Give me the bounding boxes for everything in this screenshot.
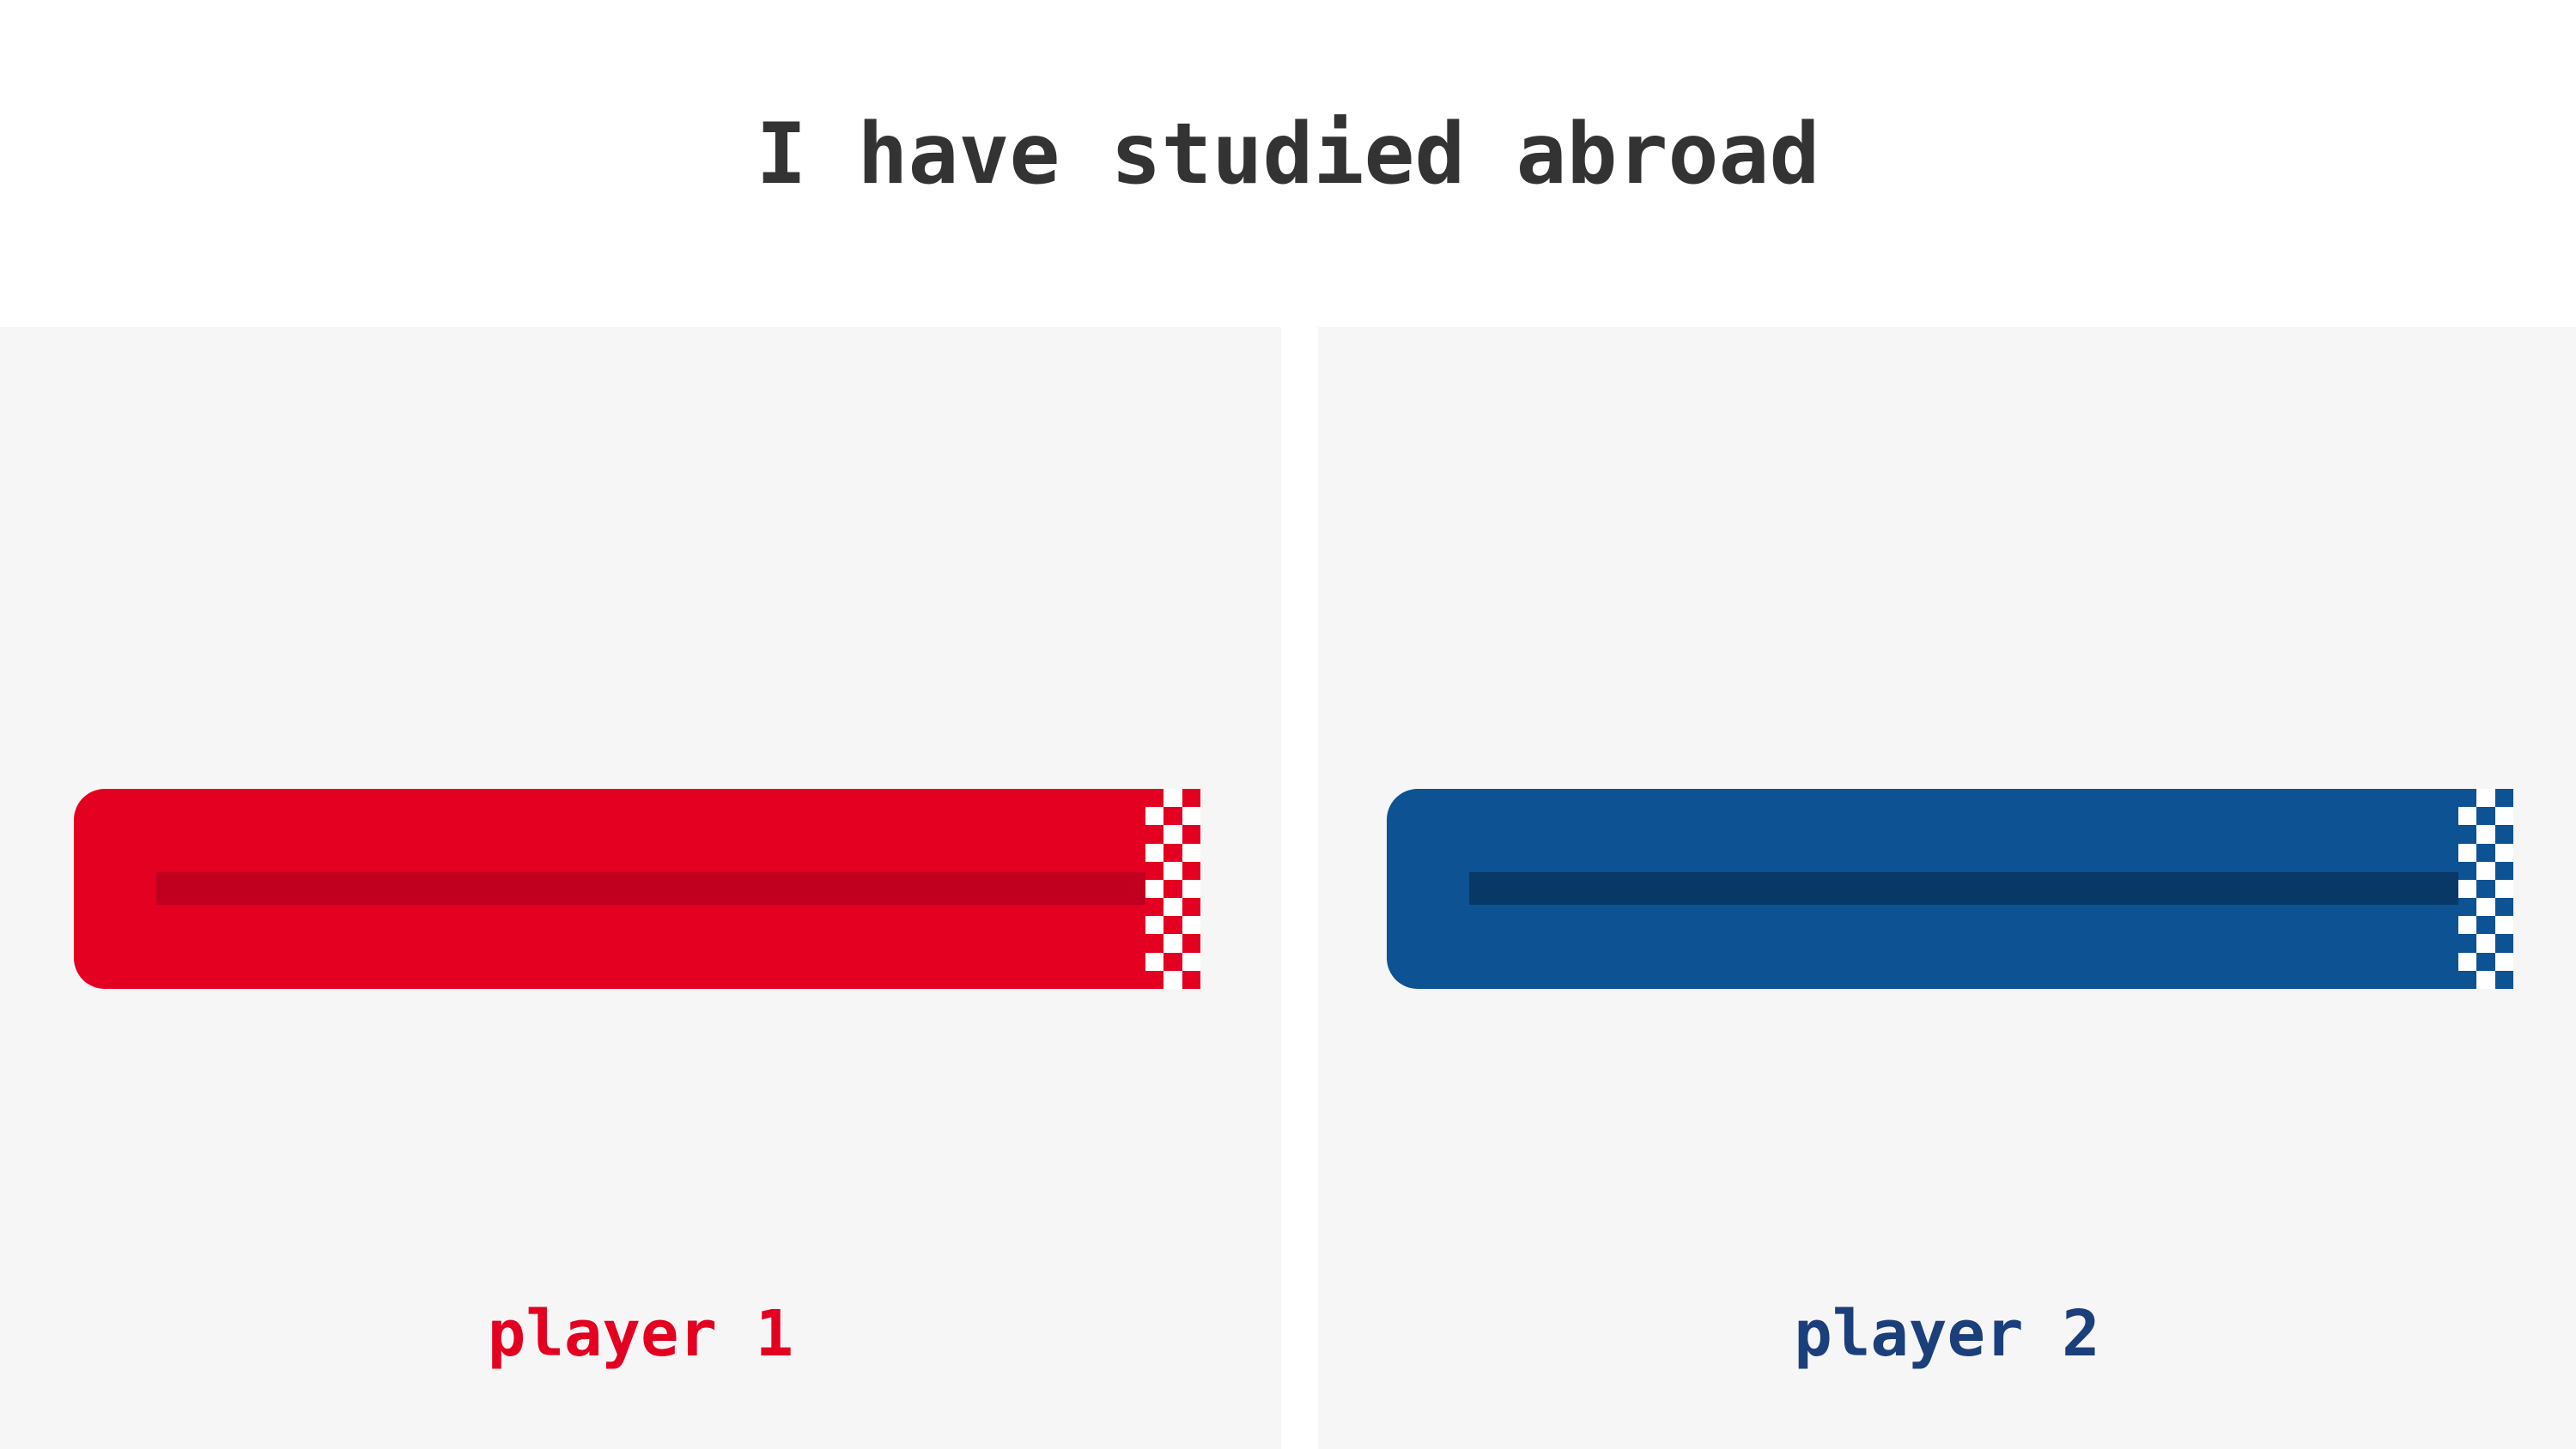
finish-flag-cell [1182, 916, 1200, 935]
finish-flag-cell [2476, 916, 2495, 935]
player-1-label: player 1 [487, 1297, 794, 1371]
finish-flag-cell [1145, 952, 1164, 971]
finish-flag-cell [1163, 843, 1182, 862]
finish-flag-cell [1182, 861, 1200, 880]
finish-flag-cell [2494, 789, 2513, 808]
player-2-panel: player 2 [1318, 327, 2576, 1449]
finish-flag-cell [2494, 952, 2513, 971]
finish-flag-cell [1145, 789, 1164, 808]
finish-flag-cell [1145, 970, 1164, 989]
finish-flag-cell [2458, 970, 2477, 989]
question-title: I have studied abroad [756, 106, 1820, 203]
finish-flag-cell [1182, 807, 1200, 826]
finish-flag-cell [1163, 952, 1182, 971]
finish-flag-cell [2458, 825, 2477, 844]
finish-flag-cell [1145, 916, 1164, 935]
finish-flag-cell [2476, 934, 2495, 953]
finish-flag-cell [1145, 898, 1164, 917]
finish-flag-cell [1182, 879, 1200, 899]
finish-flag-cell [2476, 807, 2495, 826]
finish-flag-cell [2494, 916, 2513, 935]
finish-flag-cell [2458, 879, 2477, 899]
finish-flag-cell [2476, 825, 2495, 844]
player-2-finish-flag [2458, 789, 2513, 989]
player-1-race-track [74, 789, 1166, 989]
finish-flag-cell [2458, 843, 2477, 862]
finish-flag-cell [1182, 843, 1200, 862]
finish-flag-cell [2458, 861, 2477, 880]
finish-flag-cell [1145, 934, 1164, 953]
finish-flag-cell [1163, 879, 1182, 899]
finish-flag-cell [2494, 898, 2513, 917]
finish-flag-cell [2476, 898, 2495, 917]
finish-flag-cell [1182, 825, 1200, 844]
finish-flag-cell [2494, 825, 2513, 844]
finish-flag-cell [2476, 843, 2495, 862]
finish-flag-cell [1163, 916, 1182, 935]
finish-flag-cell [2476, 952, 2495, 971]
finish-flag-cell [1182, 789, 1200, 808]
finish-flag-cell [1163, 970, 1182, 989]
finish-flag-cell [2476, 861, 2495, 880]
finish-flag-cell [1182, 934, 1200, 953]
finish-flag-cell [2494, 861, 2513, 880]
finish-flag-cell [2458, 916, 2477, 935]
finish-flag-cell [1163, 861, 1182, 880]
finish-flag-cell [1145, 861, 1164, 880]
player-1-finish-flag [1145, 789, 1200, 989]
finish-flag-cell [1182, 952, 1200, 971]
finish-flag-cell [1145, 807, 1164, 826]
finish-flag-cell [2458, 789, 2477, 808]
finish-flag-cell [1182, 898, 1200, 917]
finish-flag-cell [1163, 934, 1182, 953]
finish-flag-cell [2494, 934, 2513, 953]
player-2-label: player 2 [1794, 1297, 2100, 1371]
finish-flag-cell [1145, 825, 1164, 844]
finish-flag-cell [2458, 934, 2477, 953]
finish-flag-cell [1145, 843, 1164, 862]
finish-flag-cell [2494, 879, 2513, 899]
finish-flag-cell [2494, 843, 2513, 862]
finish-flag-cell [2476, 879, 2495, 899]
finish-flag-cell [1182, 970, 1200, 989]
player-1-progress-lane [156, 872, 1166, 905]
finish-flag-cell [1163, 825, 1182, 844]
finish-flag-cell [2458, 952, 2477, 971]
game-screen: I have studied abroad player 1 player 2 [0, 0, 2576, 1449]
player-2-progress-lane [1469, 872, 2479, 905]
finish-flag-cell [2458, 898, 2477, 917]
header: I have studied abroad [0, 0, 2576, 326]
finish-flag-cell [2476, 789, 2495, 808]
finish-flag-cell [1163, 789, 1182, 808]
finish-flag-cell [1163, 807, 1182, 826]
player-2-race-track [1387, 789, 2479, 989]
finish-flag-cell [1145, 879, 1164, 899]
finish-flag-cell [2494, 807, 2513, 826]
finish-flag-cell [2458, 807, 2477, 826]
finish-flag-cell [2494, 970, 2513, 989]
finish-flag-cell [1163, 898, 1182, 917]
finish-flag-cell [2476, 970, 2495, 989]
player-1-panel: player 1 [0, 327, 1281, 1449]
